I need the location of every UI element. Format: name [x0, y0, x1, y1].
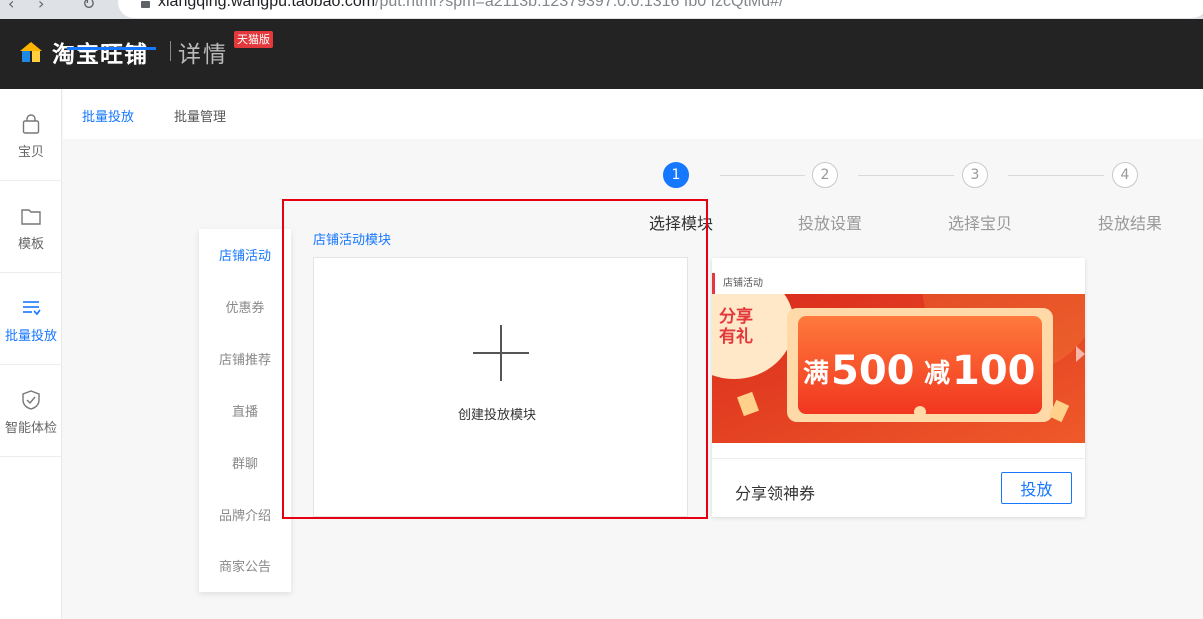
- plus-icon[interactable]: [473, 325, 529, 381]
- step-4-label: 投放结果: [1098, 214, 1163, 233]
- tab-batch-management[interactable]: 批量管理: [174, 106, 226, 125]
- category-coupon[interactable]: 优惠券: [199, 297, 291, 316]
- brand-title: 淘宝旺铺: [52, 42, 148, 68]
- category-store-recommend[interactable]: 店铺推荐: [199, 349, 291, 368]
- module-category-menu: 店铺活动 优惠券 店铺推荐 直播 群聊 品牌介绍 商家公告: [199, 229, 291, 592]
- module-name: 分享领神券: [735, 484, 816, 503]
- reload-icon[interactable]: ↻: [82, 0, 95, 13]
- shop-logo-icon: [20, 42, 42, 62]
- back-icon[interactable]: ‹: [8, 0, 14, 13]
- banner-amount-1: 500: [831, 348, 915, 394]
- shield-check-icon: [22, 390, 40, 410]
- banner-mid: 减: [924, 359, 950, 389]
- category-store-activity[interactable]: 店铺活动: [199, 245, 291, 264]
- banner-share-text: 分享: [719, 306, 753, 327]
- step-4-circle: 4: [1112, 162, 1138, 188]
- brand-divider: [170, 41, 171, 61]
- sidebar-item-batch-placement[interactable]: 批量投放: [0, 273, 62, 365]
- step-connector: [720, 175, 805, 176]
- sidebar-item-templates[interactable]: 模板: [0, 181, 62, 273]
- place-button[interactable]: 投放: [1001, 472, 1072, 504]
- app-header: 淘宝旺铺 详情 天猫版: [0, 19, 1203, 89]
- left-sidebar: 宝贝 模板 批量投放 智能体检: [0, 89, 62, 619]
- sidebar-item-items[interactable]: 宝贝: [0, 89, 62, 181]
- category-group-chat[interactable]: 群聊: [199, 453, 291, 472]
- tab-batch-placement[interactable]: 批量投放: [82, 106, 134, 125]
- folder-icon: [21, 209, 41, 225]
- category-live[interactable]: 直播: [199, 401, 291, 420]
- edition-badge: 天猫版: [234, 31, 273, 48]
- sidebar-item-smart-check[interactable]: 智能体检: [0, 365, 62, 457]
- lock-icon: [141, 1, 150, 8]
- step-1-label: 选择模块: [649, 214, 714, 233]
- module-section-title: 店铺活动模块: [313, 233, 392, 248]
- bag-icon: [22, 114, 40, 134]
- brand-subtitle: 详情: [178, 42, 228, 68]
- create-module-label[interactable]: 创建投放模块: [458, 404, 536, 423]
- sidebar-item-label: 批量投放: [4, 329, 57, 344]
- step-connector: [858, 175, 954, 176]
- step-3-circle: 3: [962, 162, 988, 188]
- category-announcement[interactable]: 商家公告: [199, 556, 291, 575]
- sidebar-item-label: 智能体检: [4, 421, 57, 436]
- banner-prefix: 满: [803, 359, 829, 389]
- step-connector: [1008, 175, 1104, 176]
- sidebar-item-label: 宝贝: [17, 145, 44, 160]
- forward-icon[interactable]: ›: [38, 0, 44, 13]
- sidebar-item-label: 模板: [17, 237, 44, 252]
- category-brand-intro[interactable]: 品牌介绍: [199, 505, 291, 524]
- active-tab-indicator: [67, 47, 156, 50]
- step-2-circle: 2: [812, 162, 838, 188]
- url-text[interactable]: xiangqing.wangpu.taobao.com/put.html?spm…: [158, 0, 783, 11]
- banner-amount-2: 100: [952, 348, 1036, 394]
- create-module-card[interactable]: [313, 257, 688, 517]
- top-tabs: 批量投放 批量管理: [63, 89, 1203, 139]
- list-icon: [23, 301, 41, 316]
- step-2-label: 投放设置: [798, 214, 863, 233]
- step-1-circle: 1: [663, 162, 689, 188]
- coupon-banner-image: 分享 有礼 满 500 减 100: [712, 294, 1085, 443]
- browser-address-bar: ‹ › ↻ xiangqing.wangpu.taobao.com/put.ht…: [0, 0, 1203, 19]
- activity-tag: 店铺活动: [712, 273, 763, 295]
- step-3-label: 选择宝贝: [948, 214, 1013, 233]
- card-divider: [712, 458, 1085, 459]
- banner-gift-text: 有礼: [719, 326, 753, 347]
